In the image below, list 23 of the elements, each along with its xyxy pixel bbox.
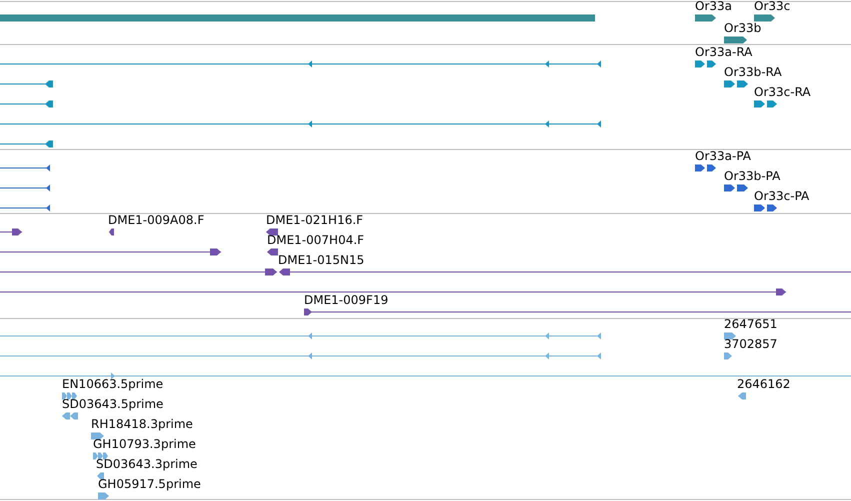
feature-label: Or33a-RA (695, 45, 752, 59)
feature-label: Or33c (754, 0, 790, 13)
feature-label: Or33c-RA (754, 85, 811, 99)
feature-label: GH05917.5prime (98, 477, 201, 491)
feature-label: Or33b-RA (724, 65, 782, 79)
feature-label: DME1-009F19 (304, 293, 388, 307)
feature-label: DME1-009A08.F (108, 213, 204, 227)
feature-label: DME1-021H16.F (266, 213, 364, 227)
feature-label: Or33a (695, 0, 732, 13)
feature-label: DME1-007H04.F (267, 233, 364, 247)
feature-label: Or33b-PA (724, 169, 780, 183)
feature-label: 2647651 (724, 317, 778, 331)
feature-label: SD03643.5prime (62, 397, 164, 411)
feature-label: 3702857 (724, 337, 778, 351)
feature-label: DME1-015N15 (278, 253, 364, 267)
feature-label: SD03643.3prime (96, 457, 198, 471)
feature-label: Or33b (724, 21, 762, 35)
feature-label: Or33a-PA (695, 149, 752, 163)
feature-label: EN10663.5prime (62, 377, 164, 391)
feature-label: 2646162 (737, 377, 790, 391)
feature-label: GH10793.3prime (93, 437, 196, 451)
feature-label: RH18418.3prime (91, 417, 193, 431)
feature-label: Or33c-PA (754, 189, 810, 203)
